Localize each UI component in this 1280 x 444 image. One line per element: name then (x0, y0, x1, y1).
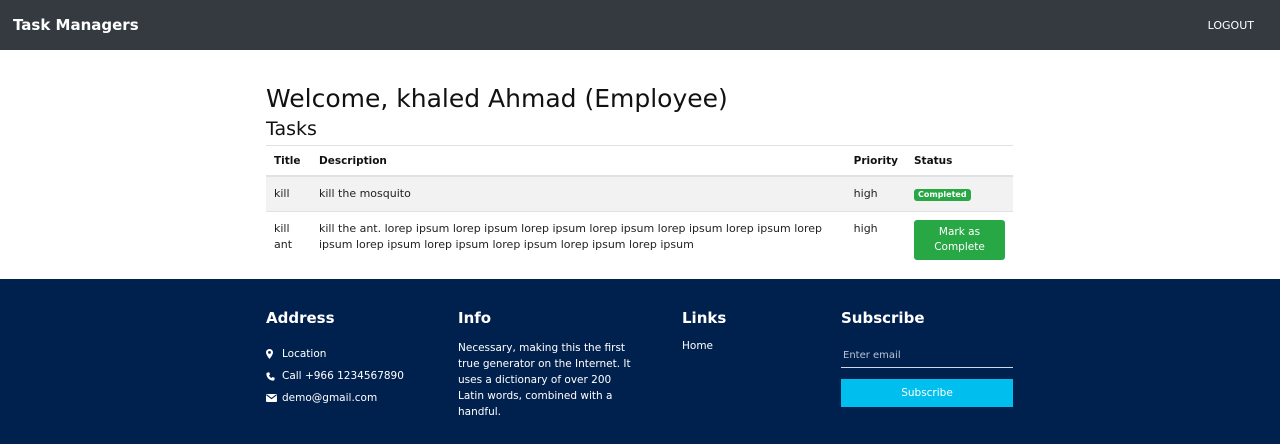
address-phone: Call +966 1234567890 (266, 365, 446, 387)
top-navbar: Task Managers LOGOUT (0, 0, 1280, 50)
logout-link[interactable]: LOGOUT (1208, 19, 1254, 32)
subscribe-button[interactable]: Subscribe (841, 379, 1013, 407)
footer-info-column: Info Necessary, making this the first tr… (458, 309, 633, 420)
footer-links-column: Links Home (682, 309, 822, 352)
header-priority: Priority (845, 145, 906, 177)
phone-text: Call +966 1234567890 (282, 370, 404, 382)
email-text: demo@gmail.com (282, 392, 378, 404)
task-status-cell: Completed (906, 175, 1013, 212)
header-row: Title Description Priority Status (266, 145, 1013, 177)
task-description: kill the mosquito (311, 175, 846, 212)
mark-complete-button[interactable]: Mark as Complete (914, 220, 1005, 260)
address-location: Location (266, 343, 446, 365)
table-row: kill kill the mosquito high Completed (266, 175, 1013, 212)
envelope-icon (266, 394, 280, 402)
header-status: Status (906, 145, 1013, 177)
address-email: demo@gmail.com (266, 387, 446, 409)
table-row: kill ant kill the ant. lorep ipsum lorep… (266, 211, 1013, 269)
subscribe-email-input[interactable] (841, 344, 1013, 368)
header-description: Description (311, 145, 846, 177)
task-priority: high (845, 211, 906, 269)
location-text: Location (282, 348, 327, 360)
tasks-table-body: kill kill the mosquito high Completed ki… (266, 175, 1013, 269)
header-title: Title (266, 145, 311, 177)
phone-icon (266, 371, 280, 381)
tasks-table: Title Description Priority Status kill k… (266, 145, 1013, 269)
tasks-heading: Tasks (266, 118, 317, 140)
task-title: kill ant (266, 211, 311, 269)
status-badge: Completed (914, 189, 971, 201)
footer-link-home[interactable]: Home (682, 340, 822, 352)
brand-title[interactable]: Task Managers (13, 16, 139, 34)
welcome-heading: Welcome, khaled Ahmad (Employee) (266, 84, 728, 113)
info-heading: Info (458, 309, 492, 327)
footer-address-column: Address Location Call +966 1234567890 de… (266, 309, 446, 409)
main-content: Welcome, khaled Ahmad (Employee) Tasks T… (266, 50, 1014, 279)
task-status-cell: Mark as Complete (906, 211, 1013, 269)
tasks-table-header: Title Description Priority Status (266, 145, 1013, 177)
task-description: kill the ant. lorep ipsum lorep ipsum lo… (311, 211, 846, 269)
subscribe-heading: Subscribe (841, 309, 925, 327)
task-title: kill (266, 175, 311, 212)
links-heading: Links (682, 309, 727, 327)
map-marker-icon (266, 349, 280, 359)
footer-subscribe-column: Subscribe Subscribe (841, 309, 1013, 407)
address-heading: Address (266, 309, 335, 327)
footer: Address Location Call +966 1234567890 de… (0, 279, 1280, 444)
task-priority: high (845, 175, 906, 212)
info-text: Necessary, making this the first true ge… (458, 342, 631, 418)
